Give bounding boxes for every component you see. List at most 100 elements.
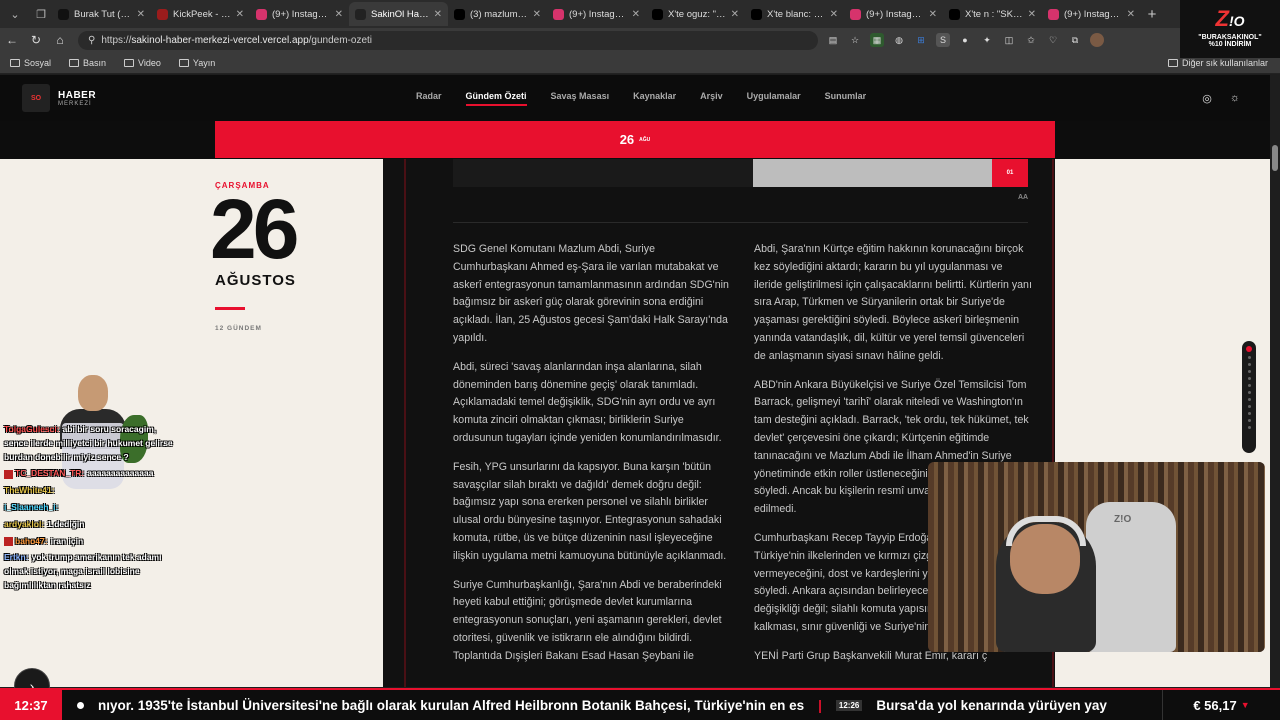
tab-favicon-icon xyxy=(58,8,69,20)
currency-rate: € 56,17 ▼ xyxy=(1162,690,1280,720)
chat-message: Ertkn: yok trump amerikanın tek adamı olm… xyxy=(4,551,176,592)
home-icon[interactable]: ⌂ xyxy=(48,33,72,47)
site-info-icon[interactable]: ⚲ xyxy=(88,35,95,46)
browser-tab[interactable]: (9+) Instagram ✕ xyxy=(844,2,943,26)
tab-title: KickPeek - Real-t xyxy=(173,8,231,20)
tab-title: (9+) Instagram xyxy=(569,8,627,20)
chat-message: ardyaklol: 1.dediğin xyxy=(4,518,176,532)
tab-close-icon[interactable]: ✕ xyxy=(731,9,739,20)
article-paragraph: Abdi, süreci 'savaş alanlarından inşa al… xyxy=(453,360,722,444)
bookmark-folder-sosyal[interactable]: Sosyal xyxy=(10,58,51,68)
new-tab-button[interactable]: + xyxy=(1141,6,1163,23)
promo-code: "BURAKSAKINOL" xyxy=(1198,34,1262,41)
url-field[interactable]: ⚲ https://sakinol-haber-merkezi-vercel.v… xyxy=(78,30,818,50)
nav-item[interactable]: Arşiv xyxy=(700,91,723,106)
nav-item[interactable]: Gündem Özeti xyxy=(465,91,527,106)
browser-tab[interactable]: (9+) Instagram ✕ xyxy=(250,2,349,26)
bookmark-label: Sosyal xyxy=(24,57,52,68)
site-brand[interactable]: SO HABER MERKEZİ xyxy=(22,84,96,112)
browser-tab[interactable]: (9+) Instagram ✕ xyxy=(547,2,646,26)
other-favorites[interactable]: Diğer sık kullanılanlar xyxy=(1167,58,1268,68)
folder-icon xyxy=(1167,58,1178,67)
tab-close-icon[interactable]: ✕ xyxy=(1127,9,1135,20)
reader-view-icon[interactable]: ▤ xyxy=(826,33,840,47)
bookmark-label: Basın xyxy=(83,57,107,68)
nav-item[interactable]: Kaynaklar xyxy=(633,91,676,106)
theme-sun-icon[interactable]: ☼ xyxy=(1230,92,1240,105)
favorite-star-icon[interactable]: ☆ xyxy=(848,33,862,47)
extension-icon[interactable]: ◍ xyxy=(892,33,906,47)
extension-icon[interactable]: ⊞ xyxy=(914,33,928,47)
nav-item[interactable]: Uygulamalar xyxy=(747,91,801,106)
article-border-left xyxy=(404,159,406,687)
folder-icon xyxy=(10,58,20,67)
section-scroll-indicator[interactable] xyxy=(1242,341,1256,453)
extension-icon[interactable]: ● xyxy=(958,33,972,47)
tab-close-icon[interactable]: ✕ xyxy=(434,9,442,20)
url-path: /gundem-ozeti xyxy=(308,34,373,46)
extension-icon[interactable]: S xyxy=(936,33,950,47)
tab-favicon-icon xyxy=(652,8,663,20)
promo-discount: %10 İNDİRİM xyxy=(1208,41,1252,48)
tab-close-icon[interactable]: ✕ xyxy=(533,9,541,20)
tab-close-icon[interactable]: ✕ xyxy=(929,9,937,20)
browser-tab[interactable]: (3) mazlum abdi ✕ xyxy=(448,2,547,26)
reload-icon[interactable]: ↻ xyxy=(24,33,48,47)
band-day: 26 xyxy=(619,132,635,147)
tab-close-icon[interactable]: ✕ xyxy=(632,9,640,20)
ticker-headline-time: 12:26 xyxy=(835,699,863,711)
extension-icon[interactable]: ▦ xyxy=(870,33,884,47)
tab-title: X'te blanc: "DEFO xyxy=(767,8,825,20)
big-day-number: 26 xyxy=(210,182,299,276)
tab-close-icon[interactable]: ✕ xyxy=(335,9,343,20)
tab-strip: Burak Tut (@bur✕KickPeek - Real-t✕(9+) I… xyxy=(52,2,1141,26)
tab-list-chevron-icon[interactable]: ⌄ xyxy=(4,3,26,25)
browser-tab[interactable]: SakinOl Haber M ✕ xyxy=(349,2,448,26)
extensions-puzzle-icon[interactable]: ✦ xyxy=(980,33,994,47)
zio-logo: Z!O xyxy=(1215,6,1245,31)
article-paragraph: SDG Genel Komutanı Mazlum Abdi, Suriye C… xyxy=(453,243,729,344)
tab-title: (3) mazlum abdi xyxy=(470,8,528,20)
tab-title: (9+) Instagram xyxy=(866,8,924,20)
tab-favicon-icon xyxy=(949,8,960,20)
nav-item[interactable]: Sunumlar xyxy=(825,91,867,106)
browser-tab[interactable]: (9+) Instagram ✕ xyxy=(1042,2,1141,26)
downloads-icon[interactable]: ⧉ xyxy=(1068,33,1082,47)
page-scrollbar[interactable] xyxy=(1270,75,1280,687)
tab-close-icon[interactable]: ✕ xyxy=(830,9,838,20)
article-image xyxy=(453,159,1028,187)
nav-item[interactable]: Radar xyxy=(416,91,442,106)
chat-username: ardyaklol: xyxy=(4,518,45,529)
browser-tab[interactable]: X'te oguz: "Soy i ✕ xyxy=(646,2,745,26)
scrollbar-thumb[interactable] xyxy=(1272,145,1278,171)
article-separator xyxy=(453,222,1028,223)
accent-divider xyxy=(215,307,245,310)
browser-tab[interactable]: KickPeek - Real-t ✕ xyxy=(151,2,250,26)
nav-item[interactable]: Savaş Masası xyxy=(551,91,610,106)
target-icon[interactable]: ◎ xyxy=(1202,92,1212,105)
chat-username: Ertkn: xyxy=(4,552,29,563)
browser-tab[interactable]: Burak Tut (@bur ✕ xyxy=(52,2,151,26)
back-arrow-icon[interactable]: ← xyxy=(0,33,24,47)
bookmark-folder-yayin[interactable]: Yayın xyxy=(178,58,215,68)
tab-close-icon[interactable]: ✕ xyxy=(1028,9,1036,20)
subscriber-badge-icon xyxy=(4,536,13,546)
chair-logo: Z!O xyxy=(1114,514,1132,525)
chat-username: TheWhite41: xyxy=(4,485,55,496)
bookmark-folder-video[interactable]: Video xyxy=(124,58,161,68)
tab-close-icon[interactable]: ✕ xyxy=(137,9,145,20)
tab-title: (9+) Instagram xyxy=(1064,8,1122,20)
ticker-headline-1: nıyor. 1935'te İstanbul Üniversitesi'ne … xyxy=(98,697,805,713)
favorites-icon[interactable]: ✩ xyxy=(1024,33,1038,47)
bookmark-folder-basin[interactable]: Basın xyxy=(69,58,106,68)
collections-icon[interactable]: ♡ xyxy=(1046,33,1060,47)
split-screen-icon[interactable]: ◫ xyxy=(1002,33,1016,47)
browser-tab[interactable]: X'te blanc: "DEFO ✕ xyxy=(745,2,844,26)
gaming-chair: Z!O xyxy=(1086,502,1176,652)
browser-tab[interactable]: X'te n : "SKWK ✕ xyxy=(943,2,1042,26)
image-index-badge: 01 xyxy=(992,159,1028,187)
workspaces-icon[interactable]: ❐ xyxy=(30,3,52,25)
tab-favicon-icon xyxy=(1048,8,1059,20)
tab-close-icon[interactable]: ✕ xyxy=(236,9,244,20)
profile-avatar[interactable] xyxy=(1090,33,1104,47)
